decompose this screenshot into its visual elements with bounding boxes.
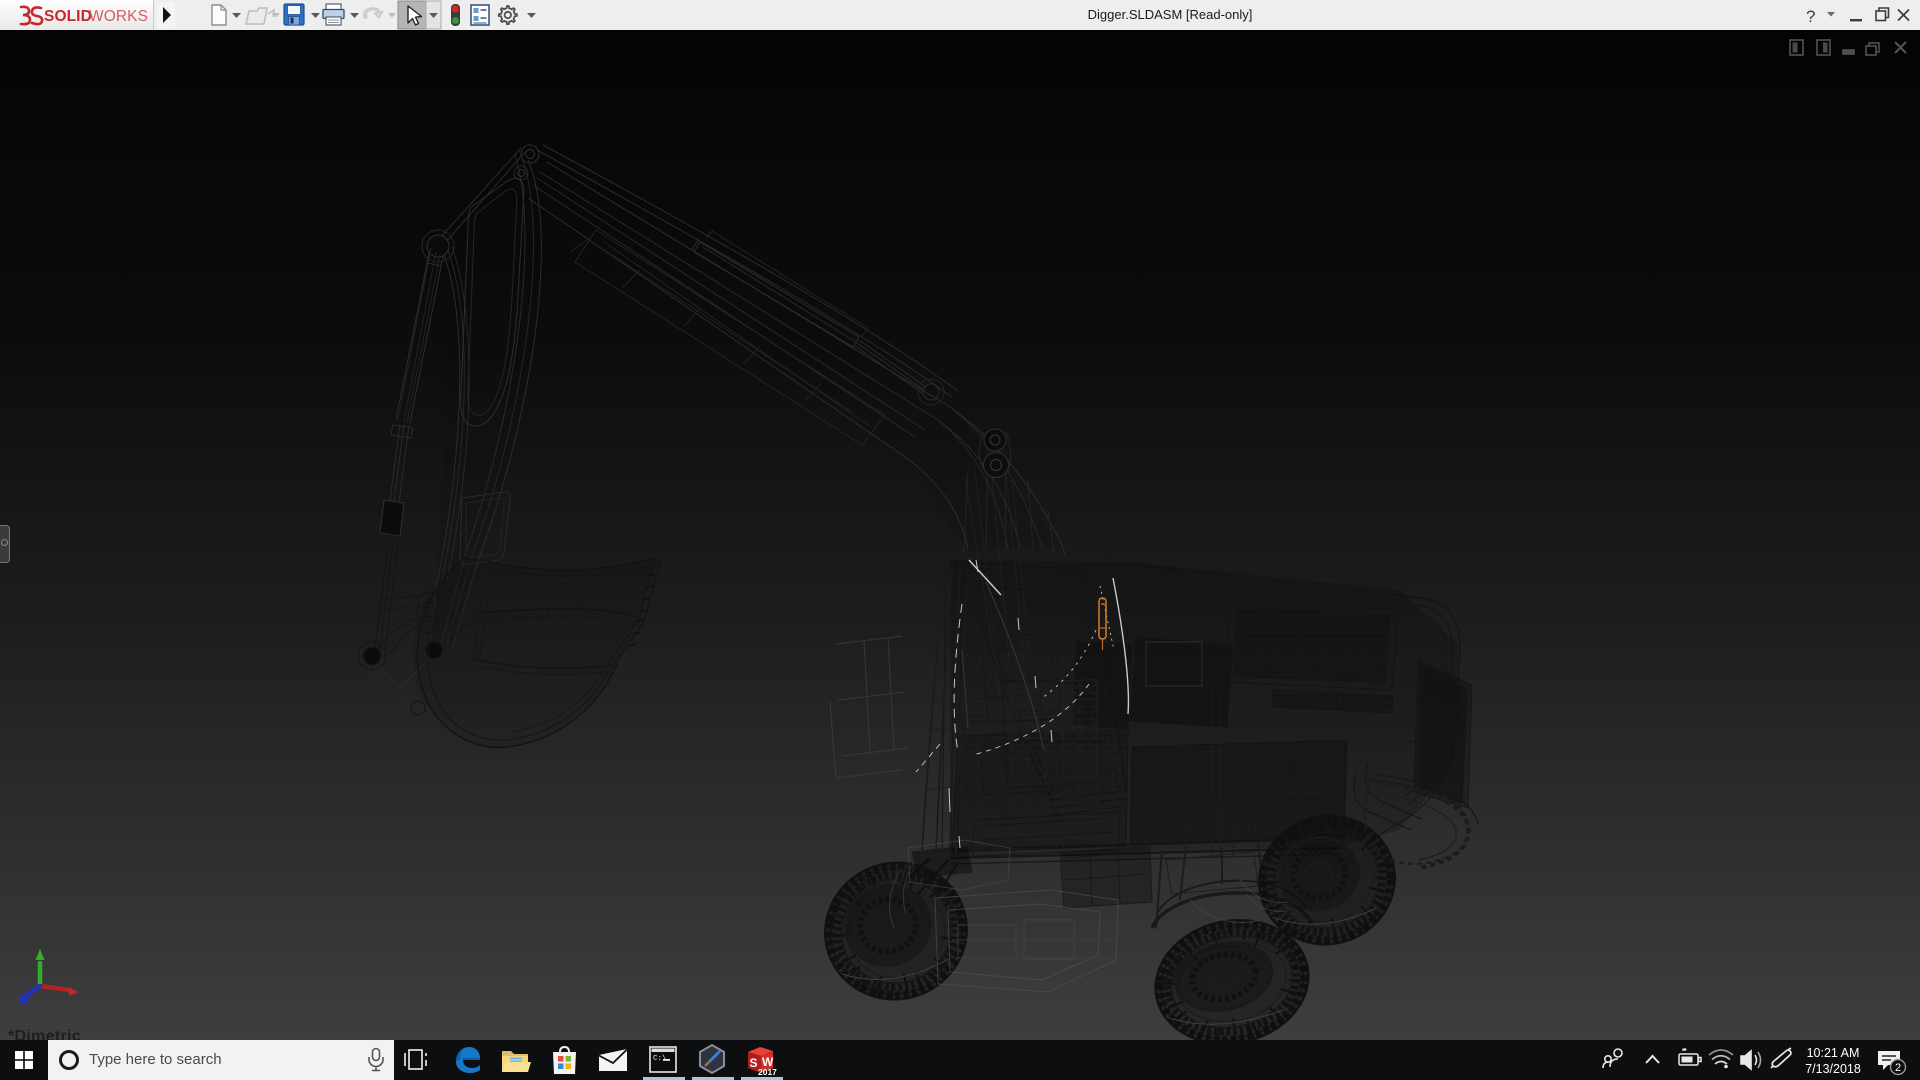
svg-text:10:21 AM: 10:21 AM xyxy=(1807,1046,1860,1060)
svg-text:2: 2 xyxy=(1895,1062,1901,1074)
svg-text:7/13/2018: 7/13/2018 xyxy=(1805,1062,1861,1076)
svg-text:WORKS: WORKS xyxy=(89,8,148,25)
svg-text:?: ? xyxy=(1806,7,1815,26)
svg-text:SOLID: SOLID xyxy=(44,8,92,25)
svg-text:2017: 2017 xyxy=(758,1067,777,1077)
svg-text:S: S xyxy=(750,1056,758,1070)
